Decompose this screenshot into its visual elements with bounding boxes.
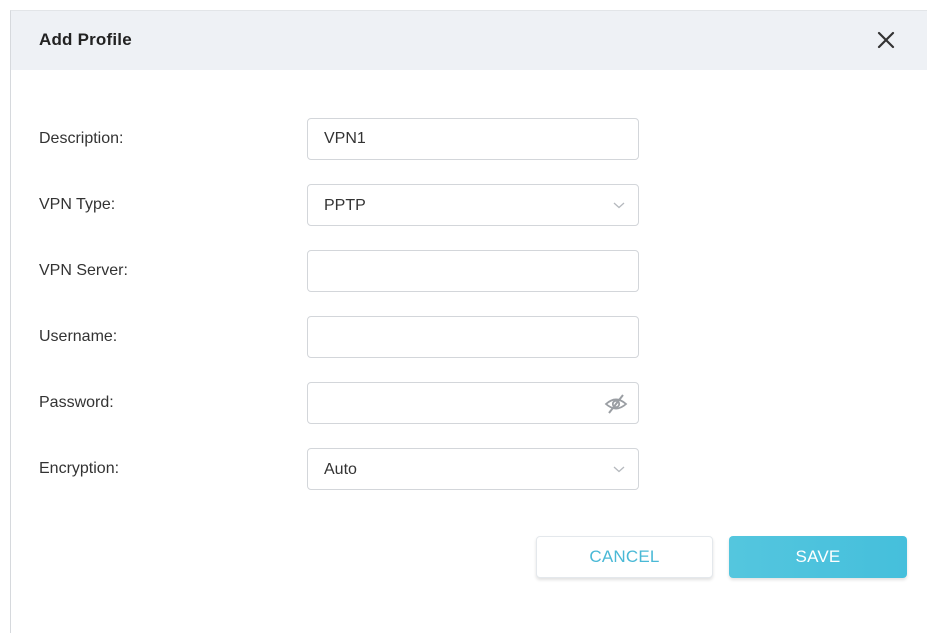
vpn-server-label: VPN Server: [39,262,128,279]
description-label: Description: [39,130,124,147]
vpn-type-value: PPTP [324,197,366,214]
username-row: Username: [11,316,927,358]
password-input[interactable] [308,383,638,423]
vpn-server-field-box [307,250,639,292]
chevron-down-icon [613,466,625,473]
encryption-value: Auto [324,461,357,478]
username-input[interactable] [308,317,638,357]
username-label: Username: [39,328,118,345]
dialog-title: Add Profile [39,30,132,49]
password-field-box [307,382,639,424]
close-icon [877,31,895,49]
cancel-button[interactable]: CANCEL [536,536,713,578]
vpn-type-row: VPN Type: PPTP [11,184,927,226]
encryption-select[interactable]: Auto [307,448,639,490]
description-input[interactable] [308,119,638,159]
close-button[interactable] [871,25,901,55]
vpn-server-input[interactable] [308,251,638,291]
encryption-label: Encryption: [39,460,120,477]
vpn-type-select[interactable]: PPTP [307,184,639,226]
vpn-server-row: VPN Server: [11,250,927,292]
save-button[interactable]: SAVE [729,536,907,578]
description-row: Description: [11,118,927,160]
add-profile-dialog: Add Profile Description: VPN Type: PPTP … [10,10,927,633]
chevron-down-icon [613,202,625,209]
password-label: Password: [39,394,114,411]
dialog-header: Add Profile [11,11,927,70]
vpn-type-label: VPN Type: [39,196,116,213]
password-row: Password: [11,382,927,424]
username-field-box [307,316,639,358]
description-field-box [307,118,639,160]
eye-off-icon[interactable] [604,393,628,415]
encryption-row: Encryption: Auto [11,448,927,490]
